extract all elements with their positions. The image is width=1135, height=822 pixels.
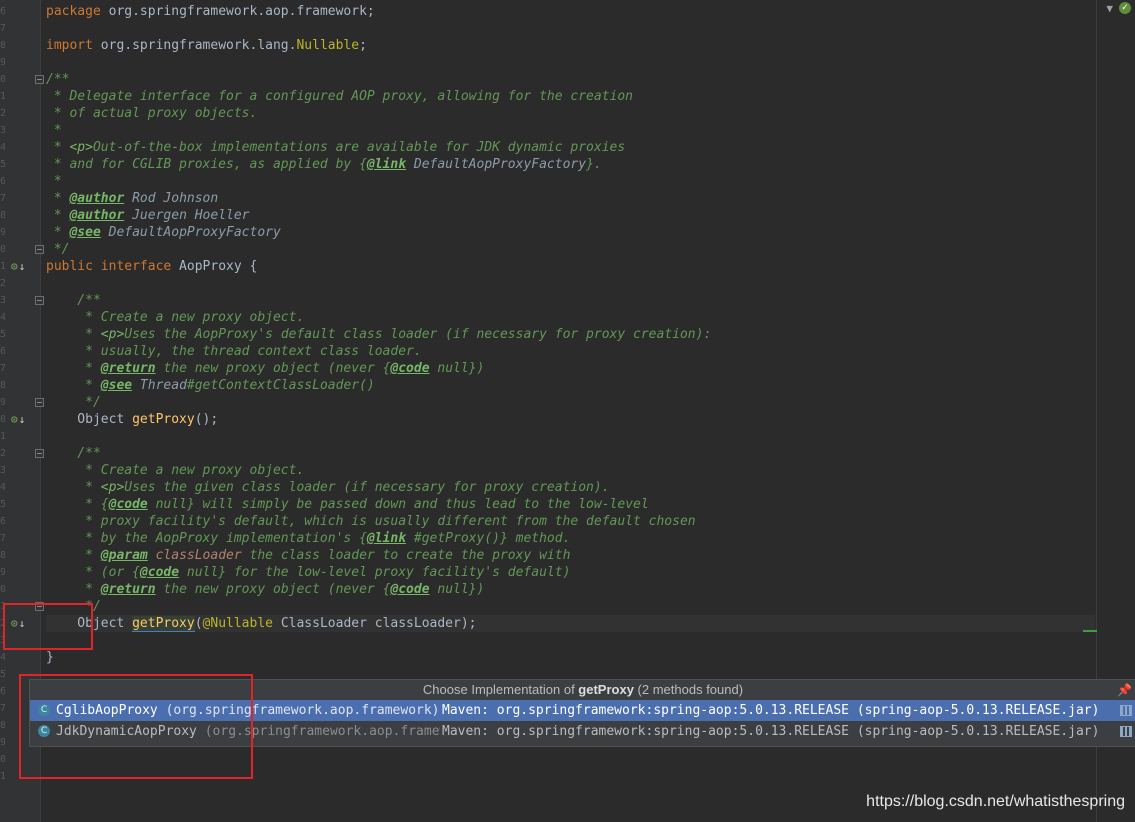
- javadoc-line: */: [46, 242, 70, 257]
- line-number: 0: [0, 244, 5, 255]
- implemented-gutter-icon[interactable]: ⊙↓: [11, 258, 29, 275]
- line-number: 3: [0, 295, 5, 306]
- javadoc-line: *: [46, 174, 62, 189]
- code-line: import org.springframework.lang.Nullable…: [46, 38, 367, 53]
- line-number: 8: [0, 40, 5, 51]
- library-icon: [1120, 726, 1132, 737]
- chevron-down-icon[interactable]: ▼: [1106, 2, 1113, 15]
- line-number: 9: [0, 227, 5, 238]
- javadoc-line: */: [46, 395, 101, 410]
- line-number: 6: [0, 686, 5, 697]
- code-line: public interface AopProxy {: [46, 259, 258, 274]
- implementation-location: Maven: org.springframework:spring-aop:5.…: [442, 703, 1100, 718]
- javadoc-line: * @author Juergen Hoeller: [46, 208, 250, 223]
- code-line: }: [46, 650, 54, 665]
- library-icon: [1120, 705, 1132, 716]
- javadoc-line: * usually, the thread context class load…: [46, 344, 422, 359]
- javadoc-line: * @see DefaultAopProxyFactory: [46, 225, 281, 240]
- line-number: 8: [0, 210, 5, 221]
- line-number: 4: [0, 652, 5, 663]
- javadoc-line: /**: [46, 446, 101, 461]
- javadoc-line: */: [46, 599, 101, 614]
- line-number: 4: [0, 312, 5, 323]
- line-number: 2: [0, 108, 5, 119]
- line-number: 3: [0, 465, 5, 476]
- line-number: 4: [0, 142, 5, 153]
- annotation-highlight-box: [19, 674, 253, 779]
- pin-icon[interactable]: 📌: [1117, 680, 1132, 700]
- current-code-line[interactable]: Object getProxy(@Nullable ClassLoader cl…: [46, 615, 1095, 632]
- javadoc-line: * proxy facility's default, which is usu…: [46, 514, 696, 529]
- line-number: 0: [0, 74, 5, 85]
- line-number: 9: [0, 737, 5, 748]
- javadoc-line: * @return the new proxy object (never {@…: [46, 361, 485, 376]
- line-number: 0: [0, 584, 5, 595]
- line-number: 8: [0, 550, 5, 561]
- fold-toggle-icon[interactable]: [35, 75, 44, 84]
- line-number: 6: [0, 6, 5, 17]
- line-number: 7: [0, 533, 5, 544]
- javadoc-line: * @return the new proxy object (never {@…: [46, 582, 485, 597]
- implemented-gutter-icon[interactable]: ⊙↓: [11, 411, 29, 428]
- line-number: 1: [0, 91, 5, 102]
- line-number: 4: [0, 482, 5, 493]
- line-number: 0: [0, 754, 5, 765]
- line-number: 6: [0, 516, 5, 527]
- line-number: 5: [0, 159, 5, 170]
- line-number: 7: [0, 703, 5, 714]
- getproxy-method-highlight: getProxy: [132, 616, 195, 632]
- javadoc-line: * Create a new proxy object.: [46, 463, 305, 478]
- line-number: 8: [0, 720, 5, 731]
- javadoc-line: * @author Rod Johnson: [46, 191, 219, 206]
- javadoc-line: * (or {@code null} for the low-level pro…: [46, 565, 571, 580]
- javadoc-line: * Delegate interface for a configured AO…: [46, 89, 633, 104]
- line-number: 7: [0, 23, 5, 34]
- line-number: 7: [0, 363, 5, 374]
- line-number: 1: [0, 431, 5, 442]
- javadoc-line: * <p>Uses the AopProxy's default class l…: [46, 327, 712, 342]
- line-number: 5: [0, 499, 5, 510]
- line-number: 3: [0, 125, 5, 136]
- javadoc-line: * <p>Out-of-the-box implementations are …: [46, 140, 626, 155]
- javadoc-line: /**: [46, 293, 101, 308]
- javadoc-line: * by the AopProxy implementation's {@lin…: [46, 531, 571, 546]
- fold-toggle-icon[interactable]: [35, 296, 44, 305]
- implementation-location: Maven: org.springframework:spring-aop:5.…: [442, 724, 1100, 739]
- fold-toggle-icon[interactable]: [35, 398, 44, 407]
- code-line: Object getProxy();: [46, 412, 219, 427]
- line-number: 1: [0, 261, 5, 272]
- javadoc-line: * {@code null} will simply be passed dow…: [46, 497, 649, 512]
- javadoc-line: * <p>Uses the given class loader (if nec…: [46, 480, 610, 495]
- inspection-ok-icon[interactable]: ✓: [1119, 2, 1131, 14]
- fold-toggle-icon[interactable]: [35, 245, 44, 254]
- code-line: package org.springframework.aop.framewor…: [46, 4, 375, 19]
- line-number: 9: [0, 57, 5, 68]
- watermark-text: https://blog.csdn.net/whatisthespring: [866, 793, 1125, 810]
- line-number: 7: [0, 193, 5, 204]
- line-number: 2: [0, 448, 5, 459]
- line-number: 5: [0, 329, 5, 340]
- javadoc-line: * of actual proxy objects.: [46, 106, 258, 121]
- line-number: 9: [0, 397, 5, 408]
- line-number: 1: [0, 771, 5, 782]
- fold-toggle-icon[interactable]: [35, 449, 44, 458]
- line-number: 8: [0, 380, 5, 391]
- change-marker: [1083, 630, 1097, 632]
- javadoc-line: * @see Thread#getContextClassLoader(): [46, 378, 375, 393]
- line-number: 5: [0, 669, 5, 680]
- line-number: 0: [0, 414, 5, 425]
- line-number: 6: [0, 176, 5, 187]
- line-number: 6: [0, 346, 5, 357]
- javadoc-line: * Create a new proxy object.: [46, 310, 305, 325]
- javadoc-line: *: [46, 123, 62, 138]
- line-number: 2: [0, 278, 5, 289]
- javadoc-line: /**: [46, 72, 70, 87]
- javadoc-line: * and for CGLIB proxies, as applied by {…: [46, 157, 602, 172]
- annotation-highlight-box: [3, 603, 93, 650]
- line-number: 9: [0, 567, 5, 578]
- javadoc-line: * @param classLoader the class loader to…: [46, 548, 571, 563]
